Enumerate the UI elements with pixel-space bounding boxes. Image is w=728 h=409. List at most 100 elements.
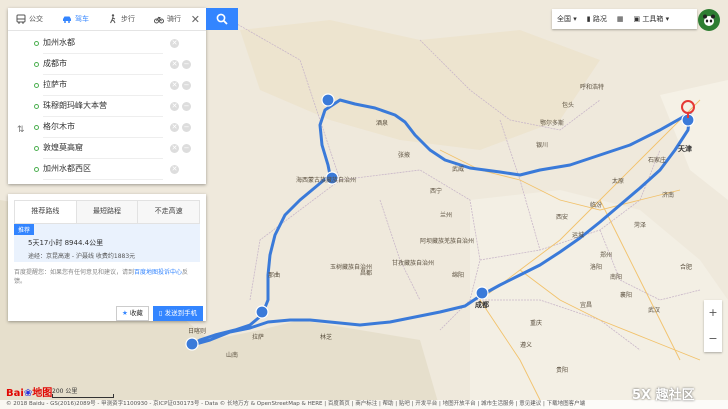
toolbox-label: 工具箱 <box>642 15 664 23</box>
waypoint-row[interactable]: 成都市 ✕ − <box>8 54 206 75</box>
map-place-label: 昌都 <box>360 270 373 277</box>
remove-icon[interactable]: − <box>182 102 191 111</box>
map-place-label: 武威 <box>452 166 465 173</box>
phone-icon: ▯ <box>158 309 163 317</box>
traffic-toggle[interactable]: ▮ 路况 <box>582 14 612 24</box>
waypoint-name[interactable]: 加州水都 <box>43 33 163 54</box>
waypoint-row[interactable]: 珠穆朗玛峰大本营 ✕ − <box>8 96 206 117</box>
route-search-panel: 公交 驾车 步行 骑行 ✕ ⇅ 加州水都 ✕ 成都市 ✕ − 拉萨市 ✕ − 珠穆朗玛峰大… <box>8 8 206 184</box>
waypoint-row[interactable]: 加州水都 ✕ <box>8 33 206 54</box>
chevron-down-icon: ▾ <box>665 15 670 23</box>
recommended-badge: 推荐 <box>14 224 35 235</box>
car-icon <box>63 16 71 23</box>
map-place-label: 合肥 <box>680 264 693 271</box>
clear-icon[interactable]: ✕ <box>170 39 179 48</box>
region-select[interactable]: 全国 ▾ <box>552 14 582 24</box>
zoom-out-button[interactable]: − <box>704 326 722 352</box>
map-place-label: 那曲 <box>268 272 281 279</box>
clear-icon[interactable]: ✕ <box>170 165 179 174</box>
map-place-label: 张掖 <box>398 152 411 159</box>
search-button[interactable] <box>206 8 238 30</box>
map-place-label: 郑州 <box>600 252 613 259</box>
map-place-label: 贵阳 <box>556 367 569 374</box>
remove-icon[interactable]: − <box>182 60 191 69</box>
waypoint-row[interactable]: 拉萨市 ✕ − <box>8 75 206 96</box>
chevron-down-icon: ▾ <box>573 15 577 23</box>
send-to-phone-button[interactable]: ▯ 发送到手机 <box>152 306 204 321</box>
mode-car[interactable]: 驾车 <box>62 14 100 24</box>
waypoint-row[interactable]: 敦煌莫高窟 ✕ − <box>8 138 206 159</box>
tab-recommended[interactable]: 推荐路线 <box>15 201 77 223</box>
send-label: 发送到手机 <box>164 309 198 317</box>
waypoint-name[interactable]: 拉萨市 <box>43 75 163 96</box>
map-place-label: 天津 <box>678 145 692 153</box>
route-via: 途经：京昆高速 - 沪聂线 收费约1883元 <box>28 253 136 260</box>
waypoint-name[interactable]: 珠穆朗玛峰大本营 <box>43 96 163 117</box>
waypoint-name[interactable]: 格尔木市 <box>43 117 163 138</box>
toolbox-menu[interactable]: ▣ 工具箱 ▾ <box>628 14 674 24</box>
clear-icon[interactable]: ✕ <box>170 60 179 69</box>
route-plan-card[interactable]: 推荐 5天17小时 8944.4公里 途经：京昆高速 - 沪聂线 收费约1883… <box>14 224 200 262</box>
traffic-label: 路况 <box>592 15 607 23</box>
clear-icon[interactable]: ✕ <box>170 144 179 153</box>
map-place-label: 太原 <box>612 178 625 185</box>
waypoint-name[interactable]: 加州水都西区 <box>43 159 163 180</box>
map-place-label: 西安 <box>556 214 569 221</box>
map-toolbar: 全国 ▾ ▮ 路况 ▦ ▣ 工具箱 ▾ <box>552 9 697 29</box>
paw-icon: ❀ <box>23 388 33 399</box>
logo-text-b: 地图 <box>32 388 53 399</box>
star-icon: ★ <box>122 309 128 317</box>
favorite-button[interactable]: ★ 收藏 <box>116 306 149 321</box>
map-place-label: 包头 <box>562 102 575 109</box>
route-option-tabs: 推荐路线 最短路程 不走高速 <box>14 200 200 224</box>
complaint-center-link[interactable]: 百度地图投诉中心 <box>134 269 182 276</box>
tab-shortest[interactable]: 最短路程 <box>76 201 139 223</box>
traffic-icon: ▮ <box>586 15 591 23</box>
mode-car-label: 驾车 <box>75 15 89 23</box>
walk-icon <box>110 14 116 24</box>
waypoint-name[interactable]: 成都市 <box>43 54 163 75</box>
remove-icon[interactable]: − <box>182 81 191 90</box>
mode-walk-label: 步行 <box>121 15 135 23</box>
waypoint-row[interactable]: 加州水都西区 ✕ <box>8 159 206 180</box>
clear-icon[interactable]: ✕ <box>170 81 179 90</box>
bike-icon <box>154 16 164 24</box>
scale-bar <box>52 394 114 398</box>
map-place-label: 呼和浩特 <box>580 84 605 91</box>
map-place-label: 兰州 <box>440 212 453 219</box>
route-time-distance: 5天17小时 8944.4公里 <box>28 239 104 247</box>
clear-icon[interactable]: ✕ <box>170 123 179 132</box>
waypoint-dot-icon <box>34 62 39 67</box>
map-place-label: 拉萨 <box>252 334 265 341</box>
travel-mode-tabs: 公交 驾车 步行 骑行 ✕ <box>8 8 206 31</box>
waypoint-row[interactable]: 格尔木市 ✕ − <box>8 117 206 138</box>
bus-icon <box>16 14 26 24</box>
mode-bike[interactable]: 骑行 <box>154 14 192 24</box>
search-icon <box>216 13 228 25</box>
waypoint-name[interactable]: 敦煌莫高窟 <box>43 138 163 159</box>
map-place-label: 石家庄 <box>648 157 667 164</box>
waypoint-dot-icon <box>34 41 39 46</box>
mode-bus[interactable]: 公交 <box>16 14 54 24</box>
route-result-panel: 推荐路线 最短路程 不走高速 推荐 5天17小时 8944.4公里 途经：京昆高… <box>8 194 206 321</box>
remove-icon[interactable]: − <box>182 144 191 153</box>
map-place-label: 临汾 <box>590 202 603 209</box>
tab-no-highway[interactable]: 不走高速 <box>138 201 200 223</box>
waypoint-dot-icon <box>34 146 39 151</box>
clear-icon[interactable]: ✕ <box>170 102 179 111</box>
mode-bus-label: 公交 <box>29 15 43 23</box>
remove-icon[interactable]: − <box>182 123 191 132</box>
copyright-bar: © 2018 Baidu - GS(2016)2089号 - 甲测资字11009… <box>0 400 728 409</box>
layer-toggle[interactable]: ▦ <box>612 15 629 23</box>
toolbox-icon: ▣ <box>633 15 641 23</box>
zoom-in-button[interactable]: + <box>704 300 722 326</box>
layers-icon: ▦ <box>616 15 624 23</box>
close-icon[interactable]: ✕ <box>191 13 200 26</box>
map-place-label: 林芝 <box>320 334 333 341</box>
map-place-label: 运城 <box>572 232 585 239</box>
map-place-label: 酒泉 <box>376 120 389 127</box>
map-place-label: 襄阳 <box>620 292 633 299</box>
mode-walk[interactable]: 步行 <box>108 14 146 24</box>
user-avatar[interactable] <box>698 9 720 31</box>
baidu-logo[interactable]: Bai❀地图 <box>6 384 52 399</box>
